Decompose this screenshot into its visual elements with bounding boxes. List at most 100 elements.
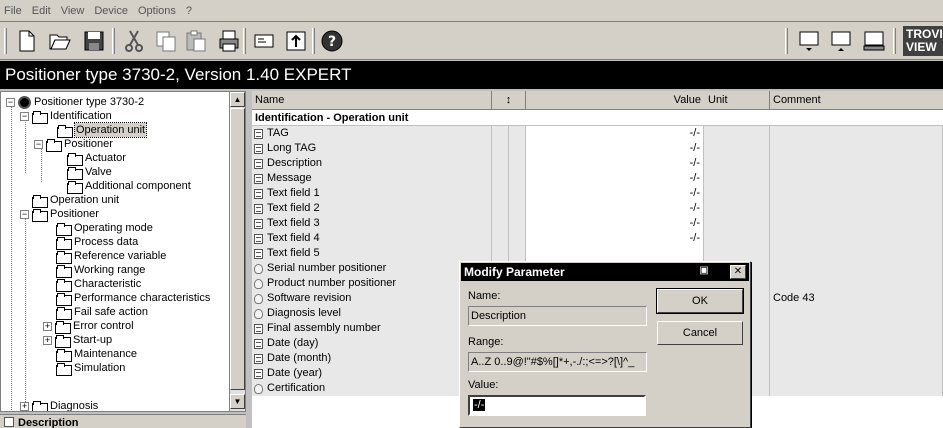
cell-name: Serial number positioner <box>252 261 492 276</box>
toolbar-grip[interactable] <box>4 28 7 54</box>
tree-node-start-up[interactable]: + Start-up <box>43 333 112 348</box>
copy-icon[interactable] <box>152 28 180 54</box>
cell-value[interactable]: -/- <box>526 201 704 216</box>
tree-node-maintenance[interactable]: Maintenance <box>56 347 137 362</box>
column-header-name[interactable]: Name <box>252 91 492 110</box>
column-header-value[interactable]: Value <box>526 91 704 110</box>
open-icon[interactable] <box>46 28 74 54</box>
paste-icon[interactable] <box>182 28 210 54</box>
column-header-comment[interactable]: Comment <box>770 91 943 110</box>
tree-scrollbar[interactable]: ▲ ▼ <box>229 92 245 411</box>
cell-value[interactable]: -/- <box>526 156 704 171</box>
menu-device[interactable]: Device <box>94 5 128 17</box>
tree-node-operation-unit-selected[interactable]: Operation unit <box>57 122 148 138</box>
tree-node-fail-safe-action[interactable]: Fail safe action <box>56 305 148 320</box>
device-icon <box>18 95 31 109</box>
monitor-icon[interactable] <box>860 28 888 54</box>
row-name-label: Diagnosis level <box>267 307 341 319</box>
tree-node-working-range[interactable]: Working range <box>56 263 145 278</box>
tree-node-reference-variable[interactable]: Reference variable <box>56 249 166 264</box>
tree-node-error-control[interactable]: + Error control <box>43 319 134 334</box>
tree-node-operation-unit[interactable]: Operation unit <box>32 193 119 208</box>
value-input[interactable]: -/- <box>468 395 646 416</box>
folder-icon <box>56 348 72 362</box>
column-header-unit[interactable]: Unit <box>704 91 770 110</box>
cell-name: TAG <box>252 126 492 141</box>
cell-value[interactable]: -/- <box>526 216 704 231</box>
cell-name: Long TAG <box>252 141 492 156</box>
tree-node-positioner[interactable]: − Positioner <box>20 207 99 222</box>
cell-comment <box>770 306 943 321</box>
tree-node-root[interactable]: − Positioner type 3730-2 <box>6 95 144 109</box>
cell-value[interactable] <box>526 246 704 261</box>
table-row[interactable]: Description -/- <box>252 156 943 171</box>
toolbar-separator <box>312 28 315 54</box>
cell-value[interactable]: -/- <box>526 126 704 141</box>
scroll-up-icon[interactable]: ▲ <box>230 92 245 107</box>
tree-node-characteristic[interactable]: Characteristic <box>56 277 141 292</box>
cell-flag <box>492 231 509 246</box>
table-row[interactable]: Text field 5 <box>252 246 943 261</box>
cell-value[interactable]: -/- <box>526 141 704 156</box>
tree-node-identification[interactable]: − Identification <box>20 109 112 124</box>
tree-node-process-data[interactable]: Process data <box>56 235 138 250</box>
tree-node-operating-mode[interactable]: Operating mode <box>56 221 153 236</box>
window-icon[interactable]: ▣ <box>696 265 712 279</box>
scroll-thumb[interactable] <box>230 108 245 390</box>
row-name-label: Description <box>267 157 323 169</box>
tree-node-performance-characteristics[interactable]: Performance characteristics <box>56 291 210 306</box>
table-row[interactable]: Text field 4 -/- <box>252 231 943 246</box>
row-name-label: Text field 3 <box>267 217 320 229</box>
tree-node-actuator[interactable]: Actuator <box>67 151 126 166</box>
scroll-down-icon[interactable]: ▼ <box>230 394 245 409</box>
tree-node-simulation[interactable]: Simulation <box>56 361 125 376</box>
parameter-icon <box>254 128 263 139</box>
upload-icon[interactable] <box>282 28 310 54</box>
tree-node-positioner-sub[interactable]: − Positioner <box>34 137 113 152</box>
navigation-tree: − Positioner type 3730-2 − Identification … <box>0 91 246 412</box>
row-name-label: Text field 4 <box>267 232 320 244</box>
print-icon[interactable] <box>215 28 243 54</box>
row-name-label: Product number positioner <box>267 277 397 289</box>
table-row[interactable]: Message -/- <box>252 171 943 186</box>
menu-help[interactable]: ? <box>186 5 192 17</box>
help-icon[interactable]: ? <box>318 28 346 54</box>
ok-button[interactable]: OK <box>656 288 744 314</box>
cell-name: Message <box>252 171 492 186</box>
table-row[interactable]: TAG -/- <box>252 126 943 141</box>
table-row[interactable]: Long TAG -/- <box>252 141 943 156</box>
cell-comment <box>770 351 943 366</box>
menu-file[interactable]: File <box>4 5 22 17</box>
monitor-down-icon[interactable] <box>795 28 823 54</box>
tree-node-valve[interactable]: Valve <box>67 165 112 180</box>
cell-value[interactable]: -/- <box>526 186 704 201</box>
cell-value[interactable]: -/- <box>526 171 704 186</box>
cell-flag <box>509 186 526 201</box>
menu-view[interactable]: View <box>61 5 85 17</box>
menu-options[interactable]: Options <box>138 5 176 17</box>
cancel-button[interactable]: Cancel <box>657 321 743 345</box>
toolbar-separator <box>893 28 896 54</box>
cell-name: Certification <box>252 381 492 396</box>
table-row[interactable]: Text field 2 -/- <box>252 201 943 216</box>
row-name-label: TAG <box>267 127 289 139</box>
tree-node-additional-component[interactable]: Additional component <box>67 179 191 194</box>
read-only-icon <box>254 263 263 274</box>
close-icon[interactable]: ✕ <box>730 265 746 279</box>
table-row[interactable]: Text field 3 -/- <box>252 216 943 231</box>
monitor-up-icon[interactable] <box>827 28 855 54</box>
menu-edit[interactable]: Edit <box>32 5 51 17</box>
row-name-label: Message <box>267 172 312 184</box>
cut-icon[interactable] <box>120 28 148 54</box>
cell-flag <box>509 201 526 216</box>
row-name-label: Long TAG <box>267 142 317 154</box>
cell-value[interactable]: -/- <box>526 231 704 246</box>
cell-unit <box>704 141 770 156</box>
new-icon[interactable] <box>12 28 40 54</box>
tree-node-diagnosis[interactable]: + Diagnosis <box>20 401 98 411</box>
save-icon[interactable] <box>80 28 108 54</box>
sort-icon[interactable]: ↕ <box>492 91 526 110</box>
table-row[interactable]: Text field 1 -/- <box>252 186 943 201</box>
device-icon[interactable] <box>250 28 278 54</box>
parameter-icon <box>254 203 263 214</box>
